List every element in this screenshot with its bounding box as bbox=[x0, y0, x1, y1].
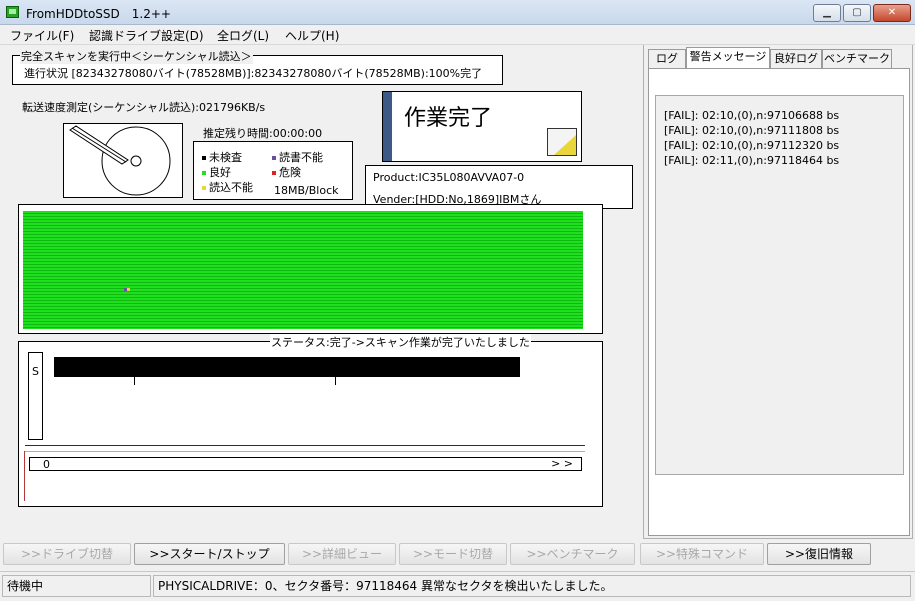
transfer-speed: 転送速度測定(シーケンシャル読込):021796KB/s bbox=[22, 101, 266, 114]
completion-accent bbox=[383, 92, 392, 161]
read-fail-swatch bbox=[202, 186, 206, 190]
good-swatch bbox=[202, 171, 206, 175]
legend-unreadable-rw: 読書不能 bbox=[272, 149, 323, 165]
list-item: [FAIL]: 02:10,(0),n:97106688 bs bbox=[664, 109, 840, 122]
progress-forward-arrow: > > bbox=[551, 457, 573, 470]
mode-switch-button[interactable]: >>モード切替 bbox=[399, 543, 507, 565]
tab-good-log[interactable]: 良好ログ bbox=[770, 49, 822, 68]
menu-all-logs[interactable]: 全ログ(L) bbox=[217, 27, 269, 44]
drive-switch-button[interactable]: >>ドライブ切替 bbox=[3, 543, 131, 565]
danger-swatch bbox=[272, 171, 276, 175]
tab-log[interactable]: ログ bbox=[648, 49, 686, 68]
drive-info-panel: Product:IC35L080AVVA07-0 Vender:[HDD:No,… bbox=[365, 165, 633, 209]
tab-benchmark[interactable]: ベンチマーク bbox=[822, 49, 892, 68]
window-title: FromHDDtoSSD 1.2++ bbox=[26, 7, 171, 21]
tab-warnings[interactable]: 警告メッセージ bbox=[686, 47, 770, 68]
status-bar: 待機中 PHYSICALDRIVE：0、セクタ番号：97118464 異常なセク… bbox=[0, 571, 915, 601]
menu-drive-settings[interactable]: 認識ドライブ設定(D) bbox=[89, 27, 204, 44]
detail-view-button[interactable]: >>詳細ビュー bbox=[288, 543, 396, 565]
progress-marker bbox=[24, 451, 25, 501]
warning-log-list[interactable]: [FAIL]: 02:10,(0),n:97106688 bs [FAIL]: … bbox=[655, 95, 904, 475]
minimize-button[interactable]: ▁ bbox=[813, 4, 841, 22]
hdd-icon bbox=[69, 125, 171, 196]
close-button[interactable]: ✕ bbox=[873, 4, 911, 22]
legend-good: 良好 bbox=[202, 164, 231, 180]
legend-danger: 危険 bbox=[272, 164, 301, 180]
status-message: PHYSICALDRIVE：0、セクタ番号：97118464 異常なセクタを検出… bbox=[153, 575, 911, 597]
estimated-remaining-time: 推定残り時間:00:00:00 bbox=[203, 127, 323, 140]
legend-block-size: 18MB/Block bbox=[274, 184, 339, 197]
status-title: ステータス:完了->スキャン作業が完了いたしました bbox=[270, 334, 531, 350]
s-indicator: S bbox=[28, 352, 43, 440]
read-fail-cell bbox=[127, 288, 130, 291]
progress-start-value: 0 bbox=[43, 458, 50, 471]
progress-track-top bbox=[25, 451, 585, 452]
sector-map bbox=[23, 211, 583, 329]
status-divider bbox=[25, 445, 585, 446]
special-command-button[interactable]: >>特殊コマンド bbox=[640, 543, 764, 565]
title-bar: FromHDDtoSSD 1.2++ ▁ ▢ ✕ bbox=[0, 0, 915, 25]
list-item: [FAIL]: 02:10,(0),n:97112320 bs bbox=[664, 139, 840, 152]
completion-text: 作業完了 bbox=[404, 106, 493, 131]
tab-content: [FAIL]: 02:10,(0),n:97106688 bs [FAIL]: … bbox=[648, 68, 910, 536]
unchecked-swatch bbox=[202, 156, 206, 160]
list-item: [FAIL]: 02:10,(0),n:97111808 bs bbox=[664, 124, 840, 137]
app-icon bbox=[6, 6, 19, 18]
waveform-tick bbox=[335, 377, 336, 385]
benchmark-button[interactable]: >>ベンチマーク bbox=[510, 543, 635, 565]
scan-progress-text: 進行状況 [82343278080バイト(78528MB)]:823432780… bbox=[24, 67, 483, 80]
waveform-tick bbox=[134, 377, 135, 385]
status-left: 待機中 bbox=[2, 575, 151, 597]
menu-bar: ファイル(F) 認識ドライブ設定(D) 全ログ(L) ヘルプ(H) bbox=[0, 25, 915, 45]
menu-help[interactable]: ヘルプ(H) bbox=[285, 27, 339, 44]
legend-unchecked: 未検査 bbox=[202, 149, 242, 165]
menu-file[interactable]: ファイル(F) bbox=[10, 27, 74, 44]
hdd-illustration bbox=[63, 123, 183, 198]
legend-read-fail: 読込不能 bbox=[202, 179, 253, 195]
completion-panel: 作業完了 bbox=[382, 91, 582, 162]
status-panel: S 0 > > bbox=[18, 341, 603, 507]
completion-corner-icon bbox=[547, 128, 577, 156]
scan-position-bar[interactable]: 0 > > bbox=[29, 457, 582, 471]
status-waveform bbox=[54, 357, 520, 377]
recovery-info-button[interactable]: >>復旧情報 bbox=[767, 543, 871, 565]
maximize-button[interactable]: ▢ bbox=[843, 4, 871, 22]
sector-map-frame bbox=[18, 204, 603, 334]
product-name: Product:IC35L080AVVA07-0 bbox=[373, 171, 525, 184]
sector-legend: 未検査 読書不能 良好 危険 読込不能 18MB/Block bbox=[193, 141, 353, 200]
unreadable-rw-swatch bbox=[272, 156, 276, 160]
log-panel: ログ 警告メッセージ 良好ログ ベンチマーク [FAIL]: 02:10,(0)… bbox=[643, 45, 913, 539]
list-item: [FAIL]: 02:11,(0),n:97118464 bs bbox=[664, 154, 840, 167]
start-stop-button[interactable]: >>スタート/ストップ bbox=[134, 543, 285, 565]
scan-title: 完全スキャンを実行中＜シーケンシャル読込＞ bbox=[20, 48, 253, 64]
